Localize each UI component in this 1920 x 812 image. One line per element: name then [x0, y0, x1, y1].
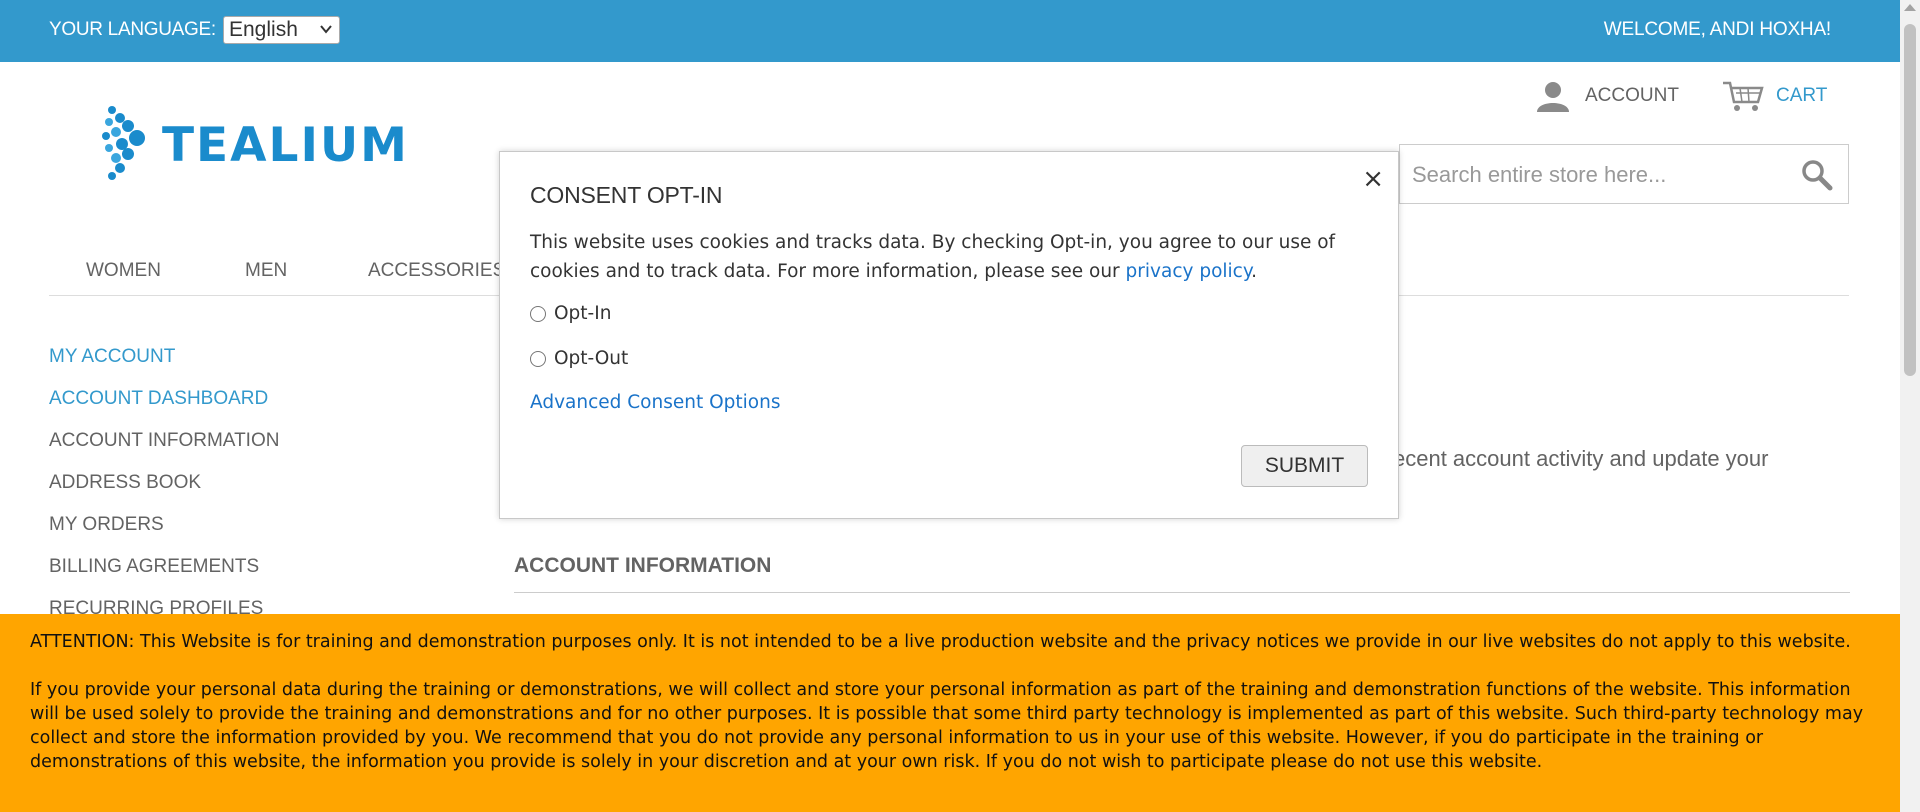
attention-banner: ATTENTION: This Website is for training … [0, 614, 1900, 812]
logo[interactable]: TEALIUM [100, 104, 440, 184]
welcome-message: WELCOME, ANDI HOXHA! [1603, 19, 1831, 40]
consent-modal: × CONSENT OPT-IN This website uses cooki… [499, 151, 1399, 519]
logo-text: TEALIUM [162, 118, 409, 173]
privacy-policy-link[interactable]: privacy policy [1126, 261, 1252, 282]
opt-out-label: Opt-Out [554, 348, 629, 369]
dashboard-intro-text: ecent account activity and update your [1393, 446, 1769, 471]
nav-item-men[interactable]: MEN [245, 260, 287, 282]
account-link[interactable]: ACCOUNT [1535, 80, 1679, 112]
cart-link[interactable]: CART [1722, 80, 1827, 112]
sidebar-item-billing-agreements[interactable]: BILLING AGREEMENTS [49, 556, 259, 578]
opt-out-radio[interactable] [530, 350, 546, 367]
modal-title: CONSENT OPT-IN [530, 182, 723, 208]
scrollbar-thumb[interactable] [1904, 24, 1916, 376]
logo-mark-icon [102, 106, 145, 180]
sidebar-item-account-dashboard[interactable]: ACCOUNT DASHBOARD [49, 388, 268, 410]
user-icon [1537, 82, 1569, 112]
cart-label: CART [1776, 85, 1828, 106]
opt-in-radio[interactable] [530, 305, 546, 322]
sidebar-title: MY ACCOUNT [49, 346, 176, 367]
sidebar-item-account-information[interactable]: ACCOUNT INFORMATION [49, 430, 279, 452]
banner-paragraph-1: ATTENTION: This Website is for training … [30, 632, 1851, 652]
sidebar-item-my-orders[interactable]: MY ORDERS [49, 514, 164, 536]
account-label: ACCOUNT [1585, 85, 1679, 106]
submit-button[interactable]: SUBMIT [1241, 445, 1368, 487]
cart-icon [1723, 81, 1764, 111]
section-heading-account-information: ACCOUNT INFORMATION [514, 554, 772, 577]
advanced-consent-link[interactable]: Advanced Consent Options [530, 392, 780, 413]
language-select[interactable]: English [223, 16, 340, 44]
search-field[interactable]: Search entire store here... [1399, 144, 1849, 204]
chevron-down-icon [320, 25, 332, 34]
section-divider [514, 592, 1850, 593]
language-label: YOUR LANGUAGE: [49, 19, 216, 40]
opt-in-label: Opt-In [554, 303, 612, 324]
opt-in-option[interactable]: Opt-In [530, 303, 611, 324]
banner-paragraph-2: If you provide your personal data during… [30, 680, 1864, 772]
search-icon[interactable] [1800, 158, 1834, 192]
nav-item-women[interactable]: WOMEN [86, 260, 161, 282]
modal-body: This website uses cookies and tracks dat… [530, 228, 1380, 286]
sidebar-item-address-book[interactable]: ADDRESS BOOK [49, 472, 201, 494]
language-selected-value: English [229, 18, 298, 41]
nav-item-accessories[interactable]: ACCESSORIES [368, 260, 505, 282]
close-icon[interactable]: × [1362, 164, 1384, 194]
top-bar: YOUR LANGUAGE: English WELCOME, ANDI HOX… [0, 0, 1900, 62]
modal-body-end: . [1251, 261, 1258, 282]
search-input[interactable]: Search entire store here... [1412, 162, 1666, 188]
scroll-up-icon[interactable] [1904, 4, 1916, 11]
page-scrollbar[interactable] [1900, 0, 1920, 812]
opt-out-option[interactable]: Opt-Out [530, 348, 628, 369]
